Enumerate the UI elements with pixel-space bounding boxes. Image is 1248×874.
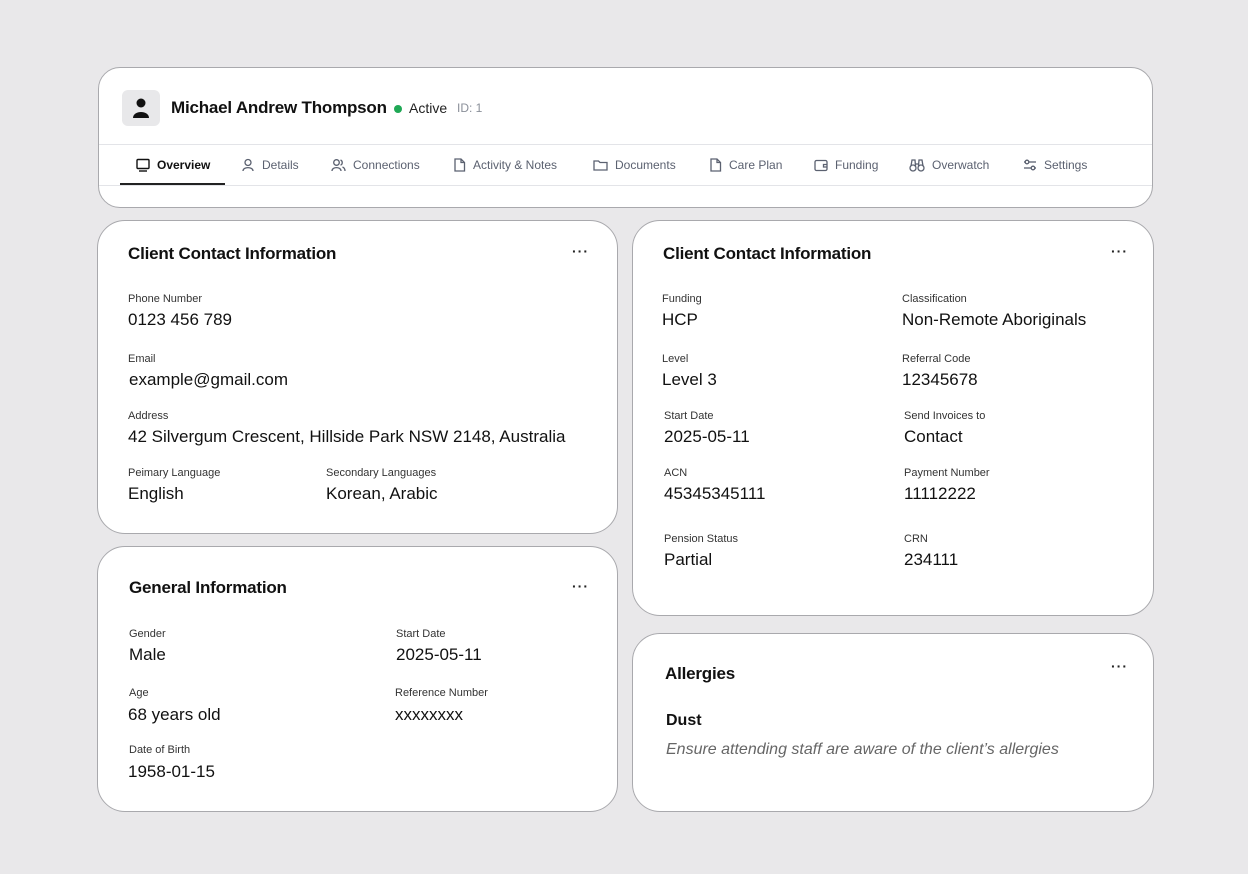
classification-value: Non-Remote Aboriginals	[902, 310, 1087, 329]
more-options-button[interactable]: ···	[572, 578, 589, 594]
user-icon	[242, 158, 254, 172]
email-label: Email	[128, 353, 156, 365]
tab-overview[interactable]: Overview	[136, 145, 210, 185]
payment-number-value: 11112222	[904, 484, 976, 503]
tab-activity-notes[interactable]: Activity & Notes	[453, 145, 557, 185]
contact-info-card: Client Contact Information ··· Phone Num…	[97, 220, 618, 534]
age-value: 68 years old	[128, 705, 221, 724]
primary-language-value: English	[128, 484, 184, 503]
sliders-icon	[1024, 159, 1036, 171]
primary-language-label: Peimary Language	[128, 467, 221, 479]
start-date-label: Start Date	[664, 410, 714, 422]
card-title: Allergies	[665, 664, 736, 683]
file-icon	[710, 158, 722, 172]
tab-funding[interactable]: Funding	[814, 145, 878, 185]
client-header: Michael Andrew Thompson Active ID: 1 Ove…	[98, 67, 1153, 208]
person-icon	[133, 98, 149, 118]
pension-status-label: Pension Status	[664, 533, 738, 545]
reference-number-value: xxxxxxxx	[395, 705, 463, 724]
send-invoices-label: Send Invoices to	[904, 410, 986, 422]
card-title: General Information	[129, 578, 287, 597]
crn-value: 234111	[904, 550, 959, 569]
allergy-item: Dust	[666, 712, 702, 729]
file-icon	[454, 158, 466, 172]
tab-label: Care Plan	[729, 158, 783, 172]
start-date-label: Start Date	[396, 628, 446, 640]
payment-number-label: Payment Number	[904, 467, 990, 479]
email-value: example@gmail.com	[129, 370, 288, 389]
funding-value: HCP	[662, 310, 698, 329]
tab-care-plan[interactable]: Care Plan	[709, 145, 782, 185]
avatar	[122, 90, 160, 126]
secondary-languages-value: Korean, Arabic	[326, 484, 438, 503]
phone-value: 0123 456 789	[128, 310, 232, 329]
allergies-card: Allergies ··· Dust Ensure attending staf…	[632, 633, 1154, 812]
acn-value: 45345345111	[664, 484, 766, 503]
dob-value: 1958-01-15	[128, 762, 215, 781]
allergy-note: Ensure attending staff are aware of the …	[666, 741, 1059, 758]
reference-number-label: Reference Number	[395, 687, 488, 699]
folder-icon	[593, 160, 608, 171]
client-name: Michael Andrew Thompson	[171, 98, 387, 117]
level-value: Level 3	[662, 370, 717, 389]
address-label: Address	[128, 410, 169, 422]
binoculars-icon	[909, 159, 925, 172]
users-icon	[331, 159, 346, 172]
gender-value: Male	[129, 645, 166, 664]
tab-bar: Overview Details Connections Activity & …	[99, 144, 1152, 186]
age-label: Age	[129, 687, 149, 699]
tab-label: Details	[262, 158, 299, 172]
phone-label: Phone Number	[128, 293, 202, 305]
status-dot	[394, 105, 402, 113]
send-invoices-value: Contact	[904, 427, 963, 446]
tab-label: Activity & Notes	[473, 158, 558, 172]
monitor-icon	[136, 158, 150, 172]
dob-label: Date of Birth	[129, 744, 191, 756]
secondary-languages-label: Secondary Languages	[326, 467, 437, 479]
tab-documents[interactable]: Documents	[593, 145, 676, 185]
start-date-value: 2025-05-11	[396, 645, 482, 664]
referral-code-value: 12345678	[902, 370, 978, 389]
funding-label: Funding	[662, 293, 702, 305]
address-value: 42 Silvergum Crescent, Hillside Park NSW…	[128, 427, 566, 446]
tab-label: Overview	[157, 158, 211, 172]
tab-overwatch[interactable]: Overwatch	[909, 145, 989, 185]
gender-label: Gender	[129, 628, 166, 640]
card-title: Client Contact Information	[128, 244, 337, 263]
client-id: ID: 1	[457, 101, 483, 115]
tab-label: Funding	[835, 158, 879, 172]
classification-label: Classification	[902, 293, 967, 305]
more-options-button[interactable]: ···	[572, 243, 589, 259]
tab-label: Overwatch	[932, 158, 990, 172]
tab-label: Settings	[1044, 158, 1088, 172]
tab-label: Connections	[353, 158, 420, 172]
active-tab-indicator	[120, 183, 225, 185]
referral-code-label: Referral Code	[902, 353, 971, 365]
status-badge: Active	[409, 100, 448, 116]
acn-label: ACN	[664, 467, 688, 479]
card-title: Client Contact Information	[663, 244, 872, 263]
start-date-value: 2025-05-11	[664, 427, 750, 446]
more-options-button[interactable]: ···	[1111, 243, 1128, 259]
pension-status-value: Partial	[664, 550, 713, 569]
general-info-card: General Information ··· Gender Male Star…	[97, 546, 618, 812]
level-label: Level	[662, 353, 689, 365]
funding-info-card: Client Contact Information ··· Funding H…	[632, 220, 1154, 616]
tab-details[interactable]: Details	[241, 145, 299, 185]
tab-label: Documents	[615, 158, 676, 172]
tab-settings[interactable]: Settings	[1023, 145, 1087, 185]
tab-connections[interactable]: Connections	[331, 145, 420, 185]
crn-label: CRN	[904, 533, 928, 545]
wallet-icon	[814, 159, 828, 172]
more-options-button[interactable]: ···	[1111, 658, 1128, 674]
